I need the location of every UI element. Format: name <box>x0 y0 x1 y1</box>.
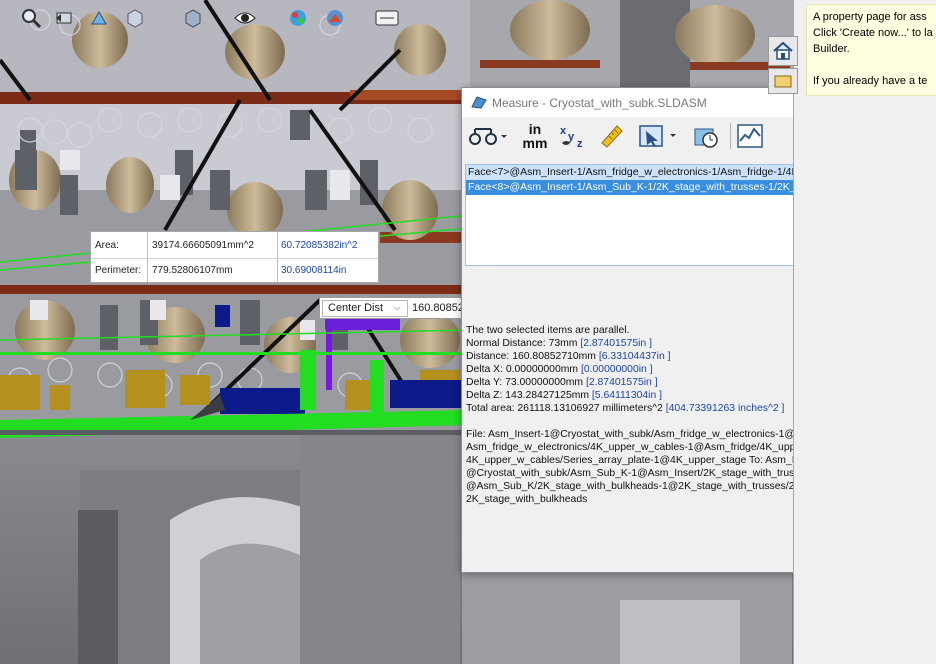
toolbar-separator <box>730 123 731 149</box>
design-library-tab[interactable] <box>768 68 798 94</box>
arc-circle-measurement-button[interactable] <box>466 121 510 151</box>
perimeter-in-value: 30.69008114in <box>281 265 347 276</box>
divider <box>277 232 278 282</box>
tip-line: Click 'Create now...' to la <box>813 27 933 39</box>
library-icon <box>774 75 792 88</box>
home-icon <box>773 41 793 60</box>
delta-z-label: Delta Z: 143.28427125mm <box>466 390 590 401</box>
arc-measure-icon <box>469 128 507 145</box>
distance-label: Distance: 160.80852710mm <box>466 351 596 362</box>
area-mm-value: 39174.66605091mm^2 <box>152 240 254 251</box>
previous-view-icon[interactable] <box>50 4 80 32</box>
delta-x-label: Delta X: 0.00000000mm <box>466 364 579 375</box>
center-distance-callout: Center Dist ⌵ 160.80852 <box>319 297 462 319</box>
total-area-label: Total area: 261118.13106927 millimeters^… <box>466 403 663 414</box>
svg-text:x: x <box>560 125 567 137</box>
units-top-label: in <box>528 121 542 137</box>
area-in-value: 60.72085382in^2 <box>281 240 358 251</box>
show-xyz-measurements-button[interactable]: xyz <box>558 121 590 151</box>
delta-x-in: [0.00000000in ] <box>580 364 653 375</box>
total-area-in: [404.73391263 inches^2 ] <box>665 403 785 414</box>
zoom-icon[interactable] <box>16 4 46 32</box>
center-distance-value: 160.80852 <box>412 302 462 314</box>
measurement-history-button[interactable] <box>690 121 722 151</box>
tip-line: Builder. <box>813 43 850 55</box>
divider <box>147 232 148 282</box>
delta-z-in: [5.64111304in ] <box>591 390 663 401</box>
distance-type-label: Center Dist <box>328 302 384 314</box>
measure-title: Measure - Cryostat_with_subk.SLDASM <box>492 96 707 110</box>
sensor-icon <box>737 124 763 148</box>
xyz-icon: x yz <box>560 125 583 149</box>
ruler-icon <box>601 125 623 148</box>
svg-text:z: z <box>577 138 583 149</box>
edit-appearance-icon[interactable] <box>283 4 313 32</box>
create-sensor-button[interactable] <box>734 121 766 151</box>
delta-y-label: Delta Y: 73.00000000mm <box>466 377 584 388</box>
hide-show-icon[interactable] <box>230 4 260 32</box>
apply-scene-icon[interactable] <box>320 4 350 32</box>
home-tab[interactable] <box>768 36 798 66</box>
delta-y-in: [2.87401575in ] <box>585 377 658 388</box>
point-to-point-button[interactable] <box>596 121 628 151</box>
normal-distance-label: Normal Distance: 73mm <box>466 338 578 349</box>
tip-line <box>813 57 936 73</box>
parallel-text: The two selected items are parallel. <box>466 325 630 336</box>
measure-app-icon <box>471 96 487 109</box>
perimeter-label: Perimeter: <box>95 265 142 276</box>
units-precision-button[interactable]: in mm <box>518 121 552 151</box>
normal-distance-in: [2.87401575in ] <box>580 338 652 349</box>
perimeter-mm-value: 779.52806107mm <box>152 265 233 276</box>
units-bottom-label: mm <box>522 135 548 151</box>
distance-in: [6.33104437in ] <box>598 351 671 362</box>
history-icon <box>694 128 718 148</box>
tip-line: If you already have a te <box>813 75 928 87</box>
area-label: Area: <box>95 240 119 251</box>
display-style-icon[interactable] <box>178 4 208 32</box>
chevron-down-icon[interactable]: ⌵ <box>394 303 400 313</box>
area-perimeter-tooltip: Area: 39174.66605091mm^2 60.72085382in^2… <box>90 231 379 283</box>
view-orientation-icon[interactable] <box>120 4 150 32</box>
svg-text:y: y <box>568 131 575 143</box>
projected-icon <box>639 125 676 147</box>
view-settings-icon[interactable] <box>372 4 402 32</box>
tip-line: A property page for ass <box>813 11 927 23</box>
task-pane: A property page for ass Click 'Create no… <box>768 0 936 664</box>
projected-on-button[interactable] <box>636 121 680 151</box>
divider <box>91 258 378 259</box>
section-view-icon[interactable] <box>84 4 114 32</box>
property-page-tip: A property page for ass Click 'Create no… <box>806 4 936 96</box>
